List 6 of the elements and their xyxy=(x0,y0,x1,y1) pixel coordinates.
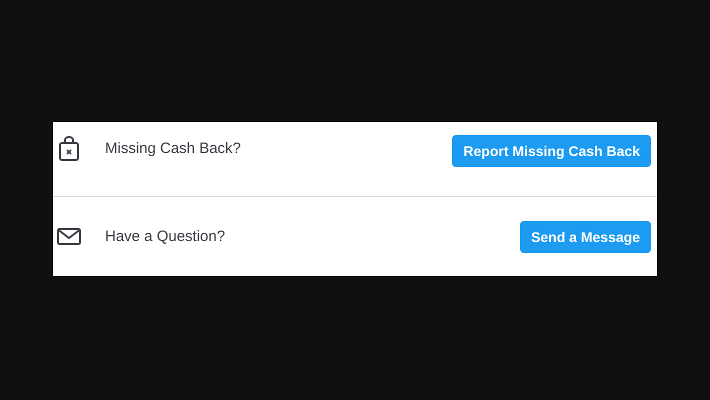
action-button[interactable]: Send a Message xyxy=(520,220,651,252)
row-label: Have a Question? xyxy=(105,228,226,245)
action-button[interactable]: Report Missing Cash Back xyxy=(452,135,651,167)
row-label: Missing Cash Back? xyxy=(105,140,242,157)
envelope-icon xyxy=(57,228,81,245)
shopping-bag-icon xyxy=(57,136,81,162)
